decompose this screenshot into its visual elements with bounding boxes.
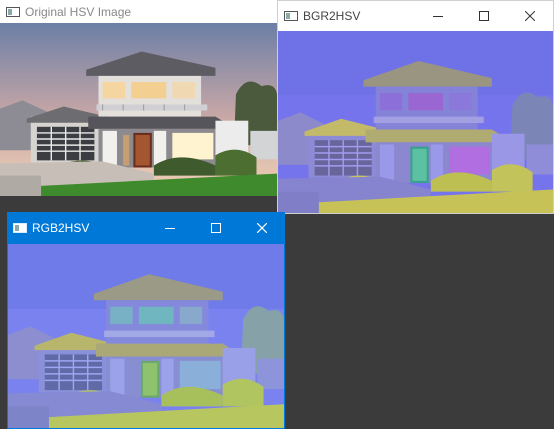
minimize-button[interactable] <box>415 1 461 31</box>
house-photo-rgb2hsv <box>8 244 284 428</box>
original-window-title: Original HSV Image <box>25 4 132 19</box>
window-app-icon <box>13 223 27 233</box>
maximize-button[interactable] <box>461 1 507 31</box>
bgr2hsv-window-titlebar[interactable]: BGR2HSV <box>278 1 553 31</box>
window-app-icon <box>284 11 298 21</box>
bgr2hsv-window[interactable]: BGR2HSV <box>277 0 554 214</box>
rgb2hsv-window-titlebar[interactable]: RGB2HSV <box>7 212 285 244</box>
minimize-button[interactable] <box>147 212 193 244</box>
house-photo-original <box>0 23 277 196</box>
original-hsv-window[interactable]: Original HSV Image <box>0 0 277 196</box>
original-image-view <box>0 23 277 196</box>
close-button[interactable] <box>239 212 285 244</box>
house-photo-bgr2hsv <box>278 31 553 213</box>
minimize-icon <box>165 228 175 229</box>
close-icon <box>525 11 535 21</box>
maximize-icon <box>211 223 221 233</box>
rgb2hsv-window[interactable]: RGB2HSV <box>7 212 285 429</box>
rgb2hsv-image-view <box>8 244 284 429</box>
close-button[interactable] <box>507 1 553 31</box>
maximize-button[interactable] <box>193 212 239 244</box>
rgb2hsv-window-title: RGB2HSV <box>32 221 90 235</box>
bgr2hsv-window-title: BGR2HSV <box>303 9 361 23</box>
bgr2hsv-image-view <box>278 31 553 213</box>
original-window-titlebar[interactable]: Original HSV Image <box>0 0 277 23</box>
maximize-icon <box>479 11 489 21</box>
window-app-icon <box>6 6 20 17</box>
close-icon <box>257 223 267 233</box>
minimize-icon <box>433 16 443 17</box>
